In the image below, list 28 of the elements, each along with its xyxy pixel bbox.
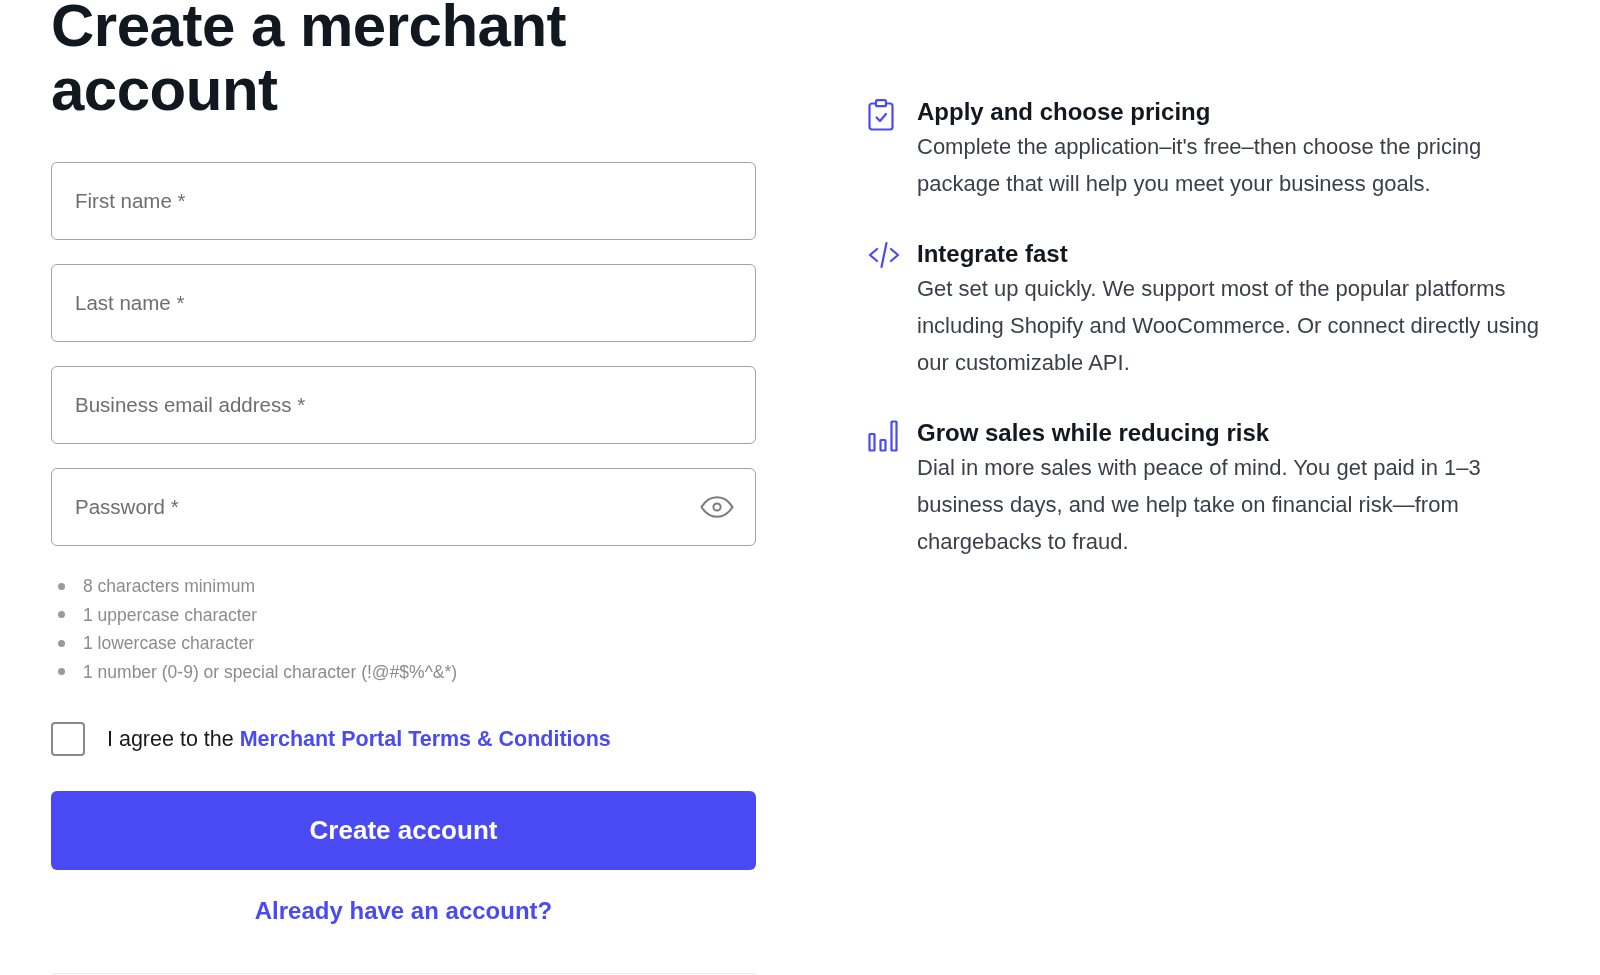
feature-title: Grow sales while reducing risk: [917, 418, 1271, 448]
text-field[interactable]: First name *: [51, 162, 756, 240]
bullet-icon: [58, 668, 65, 676]
terms-label: I agree to the Merchant Portal Terms & Conditions: [107, 725, 611, 753]
clipboard-check-icon: [868, 99, 894, 131]
password-rule: 1 number (0-9) or special character (!@#$%^&*): [83, 660, 458, 684]
bar-chart-icon: [868, 420, 898, 452]
create-account-button[interactable]: Create account: [51, 791, 756, 870]
password-rule: 1 lowercase character: [83, 632, 255, 656]
bullet-icon: [58, 611, 65, 619]
terms-link[interactable]: Merchant Portal Terms & Conditions: [239, 726, 611, 751]
feature-description: Get set up quickly. We support most of the popular platforms including Shopify and WooCommerce. Or connect directly using our customizable API.: [917, 275, 1540, 377]
terms-checkbox[interactable]: [51, 722, 85, 756]
bullet-icon: [58, 582, 65, 590]
feature-description: Complete the application–it's free–then choose the pricing package that will help you meet your business goals.: [917, 133, 1483, 198]
feature-title: Apply and choose pricing: [917, 97, 1212, 127]
eye-icon[interactable]: [700, 496, 734, 518]
password-rule: 1 uppercase character: [83, 603, 258, 627]
text-field[interactable]: Last name *: [51, 264, 756, 342]
sign-in-link[interactable]: Already have an account?: [254, 895, 553, 927]
page-title: Create a merchant account: [51, 0, 568, 122]
code-icon: [868, 241, 900, 269]
password-rule: 8 characters minimum: [83, 575, 256, 599]
bullet-icon: [58, 639, 65, 647]
text-field[interactable]: Business email address *: [51, 366, 756, 444]
feature-description: Dial in more sales with peace of mind. You get paid in 1–3 business days, and we help take on financial risk—from chargebacks to fraud.: [917, 454, 1482, 556]
feature-title: Integrate fast: [917, 239, 1069, 269]
password-field[interactable]: Password *: [51, 468, 756, 546]
